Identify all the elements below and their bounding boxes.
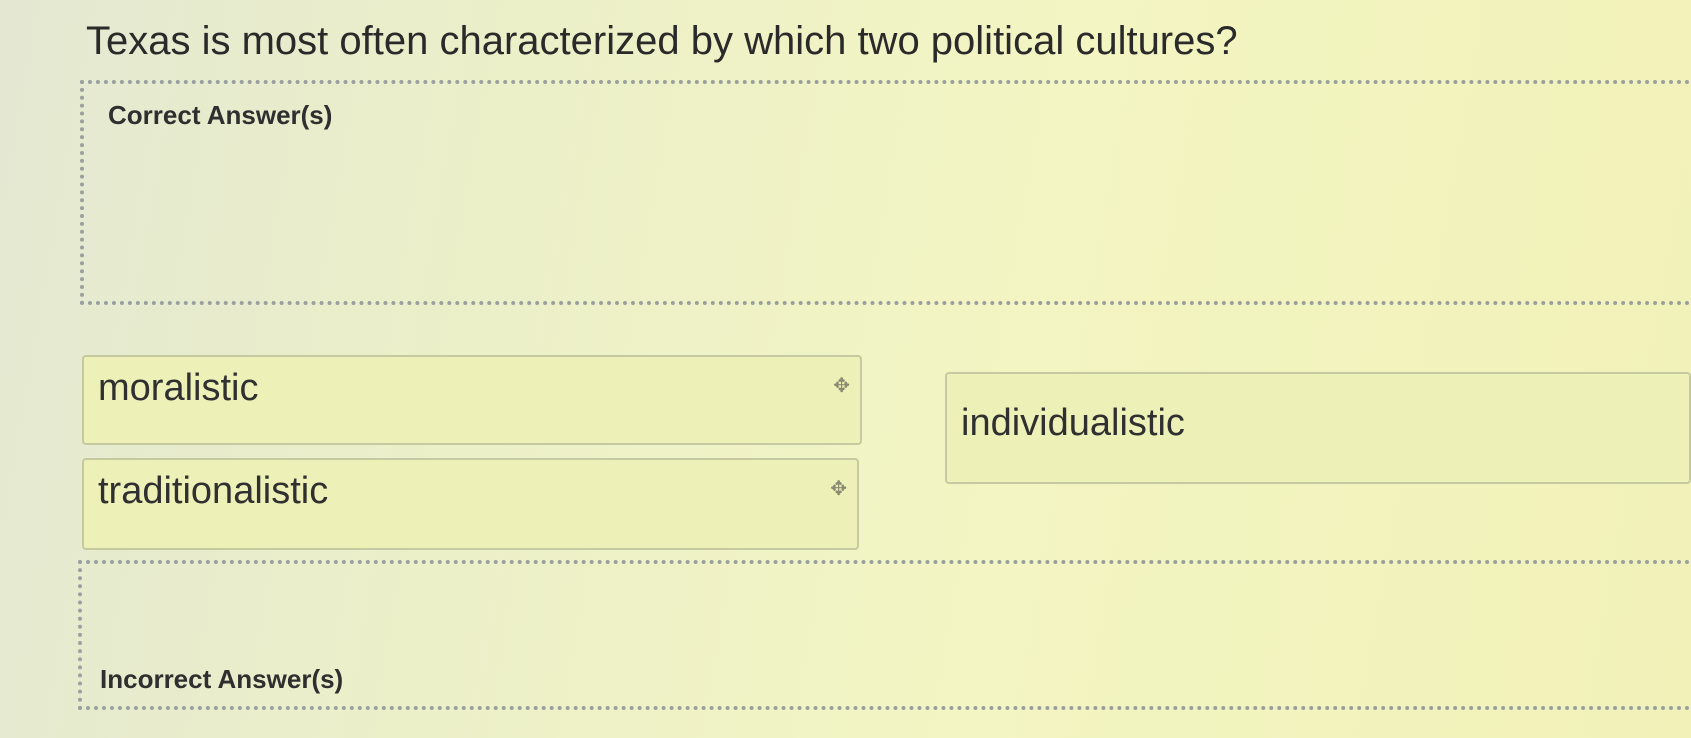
answer-choice-moralistic[interactable]: moralistic ✥ bbox=[82, 355, 862, 445]
answer-choice-label: traditionalistic bbox=[98, 470, 329, 512]
move-handle-icon[interactable]: ✥ bbox=[830, 476, 847, 501]
incorrect-answers-label: Incorrect Answer(s) bbox=[100, 664, 344, 694]
incorrect-answers-dropzone[interactable]: Incorrect Answer(s) bbox=[78, 560, 1691, 710]
correct-answers-label: Correct Answer(s) bbox=[108, 100, 333, 130]
move-handle-icon[interactable]: ✥ bbox=[833, 373, 850, 398]
correct-answers-dropzone[interactable]: Correct Answer(s) bbox=[80, 80, 1691, 305]
answer-choice-label: individualistic bbox=[961, 402, 1185, 444]
question-text: Texas is most often characterized by whi… bbox=[86, 19, 1238, 63]
answer-choice-traditionalistic[interactable]: traditionalistic ✥ bbox=[82, 458, 859, 550]
answer-choice-individualistic[interactable]: individualistic bbox=[945, 372, 1691, 484]
answer-choice-label: moralistic bbox=[98, 367, 259, 409]
